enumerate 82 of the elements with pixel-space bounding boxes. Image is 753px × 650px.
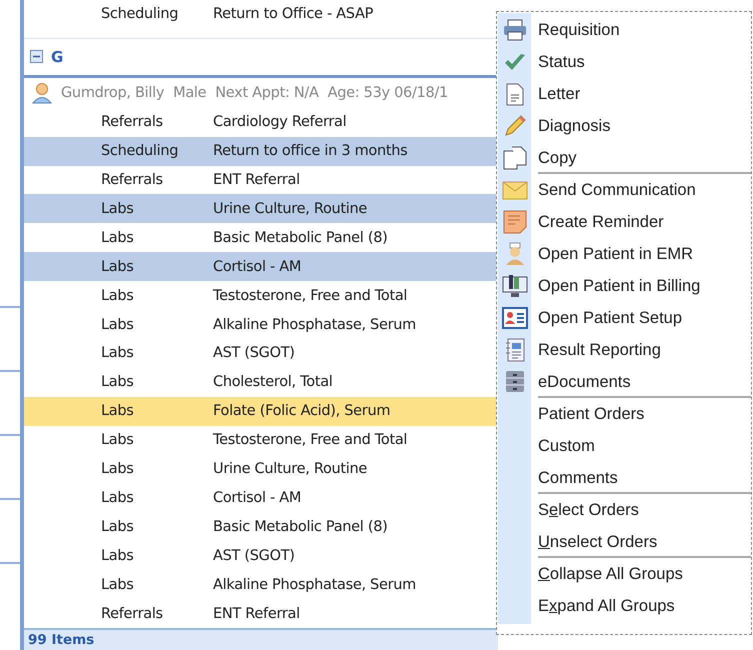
table-cell-text: Referrals (101, 114, 164, 130)
table-cell-text: Labs (101, 432, 135, 448)
table-cell: Return to Office - ASAP (213, 6, 374, 22)
table-cell: Alkaline Phosphatase, Serum (213, 316, 416, 332)
report-icon (504, 338, 524, 362)
patient-name: Gumdrop, Billy (61, 84, 164, 101)
table-row[interactable]: Labs Cortisol - AM (24, 252, 498, 282)
table-cell-text: Labs (101, 490, 135, 506)
table-row[interactable]: Referrals ENT Referral (24, 166, 498, 194)
menu-item[interactable]: Requisition (538, 20, 620, 40)
table-cell: Return to office in 3 months (213, 143, 408, 160)
menu-item[interactable]: Open Patient in Billing (538, 276, 700, 296)
table-cell-text: Labs (101, 518, 135, 535)
note-icon (502, 210, 526, 234)
table-cell-text: Labs (101, 316, 135, 332)
menu-item[interactable]: eDocuments (538, 372, 631, 392)
id-card-icon (502, 307, 528, 329)
table-cell-text: Referrals (101, 172, 164, 188)
table-cell-text: Labs (101, 576, 135, 593)
table-cell: Urine Culture, Routine (213, 200, 368, 217)
checkmark-icon (504, 53, 526, 71)
table-cell-text: Labs (101, 200, 135, 217)
menu-item[interactable]: Comments (538, 468, 618, 488)
menu-item[interactable]: Open Patient Setup (538, 308, 682, 328)
table-cell-text: Labs (101, 345, 135, 362)
table-cell: Folate (Folic Acid), Serum (213, 403, 390, 420)
menu-item[interactable]: Open Patient in EMR (538, 244, 693, 264)
table-cell: ENT Referral (213, 606, 300, 622)
file-cabinet-icon (504, 370, 524, 394)
table-cell-text: Labs (101, 461, 135, 478)
collapse-toggle[interactable] (30, 50, 43, 64)
envelope-icon (502, 180, 528, 200)
table-cell-text: Labs (101, 374, 135, 390)
table-cell-text: Labs (101, 548, 135, 564)
table-cell: ENT Referral (213, 172, 300, 188)
menu-item[interactable]: Diagnosis (538, 116, 610, 136)
table-cell: Alkaline Phosphatase, Serum (213, 576, 416, 593)
table-cell: AST (SGOT) (213, 345, 295, 362)
table-row[interactable]: Labs Folate (Folic Acid), Serum (24, 396, 498, 426)
group-header: G (51, 48, 64, 66)
menu-item[interactable]: Select Orders (538, 500, 639, 520)
nurse-icon (504, 242, 526, 266)
menu-item[interactable]: Result Reporting (538, 340, 661, 360)
document-icon (506, 82, 524, 106)
table-cell: Cardiology Referral (213, 114, 346, 130)
table-cell-text: Referrals (101, 606, 164, 622)
monitor-icon (502, 274, 528, 298)
item-count: 99 Items (24, 628, 498, 650)
pencil-icon (504, 115, 526, 137)
table-cell-text: Labs (101, 288, 135, 304)
table-cell: Testosterone, Free and Total (213, 432, 408, 448)
table-cell-text: Labs (101, 258, 135, 275)
table-cell-text: Labs (101, 403, 135, 420)
menu-item[interactable]: Create Reminder (538, 212, 664, 232)
menu-item[interactable]: Patient Orders (538, 404, 644, 424)
printer-icon (502, 19, 526, 41)
patient-sex: Male (173, 84, 206, 101)
menu-item[interactable]: Send Communication (538, 180, 696, 200)
patient-age: Age: 53y 06/18/1 (328, 84, 448, 101)
table-row[interactable]: Scheduling Return to office in 3 months (24, 136, 498, 166)
menu-item[interactable]: Status (538, 52, 585, 72)
table-cell-text: Scheduling (101, 143, 180, 160)
menu-item[interactable]: Copy (538, 148, 577, 168)
table-cell: Basic Metabolic Panel (8) (213, 518, 388, 535)
menu-item[interactable]: Custom (538, 436, 595, 456)
table-cell: Urine Culture, Routine (213, 461, 368, 478)
menu-item[interactable]: Collapse All Groups (538, 564, 683, 584)
table-cell: AST (SGOT) (213, 548, 295, 564)
table-cell: Cortisol - AM (213, 258, 302, 275)
person-icon (32, 82, 52, 104)
table-cell: Basic Metabolic Panel (8) (213, 230, 388, 246)
copy-icon (502, 146, 526, 170)
table-cell: Cholesterol, Total (213, 374, 333, 390)
table-cell: Testosterone, Free and Total (213, 288, 408, 304)
next-appointment: Next Appt: N/A (215, 84, 319, 101)
table-row[interactable]: Labs Urine Culture, Routine (24, 194, 498, 224)
table-cell: Cortisol - AM (213, 490, 302, 506)
menu-item[interactable]: Unselect Orders (538, 532, 658, 552)
table-cell-text: Labs (101, 230, 135, 246)
table-cell-text: Scheduling (101, 6, 180, 22)
menu-item[interactable]: Expand All Groups (538, 596, 675, 616)
menu-item[interactable]: Letter (538, 84, 580, 104)
